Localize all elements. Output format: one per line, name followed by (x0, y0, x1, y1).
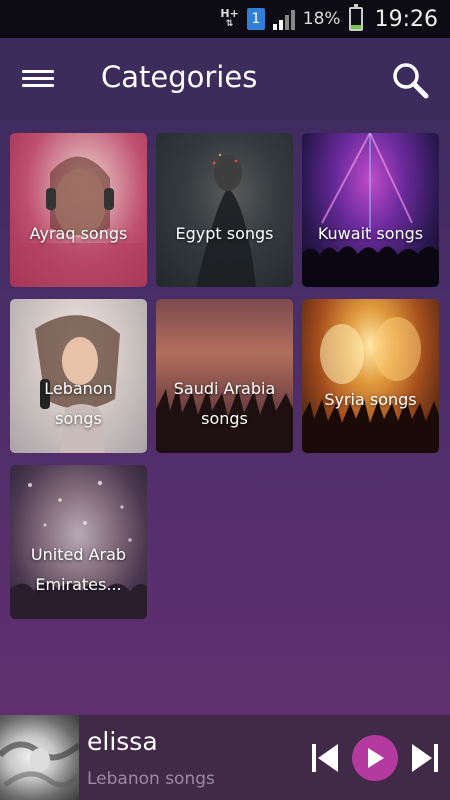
play-button[interactable] (352, 735, 398, 781)
skip-previous-icon[interactable] (310, 741, 340, 775)
category-label: Ayraq songs (29, 224, 128, 243)
network-type-indicator: H+ ⇅ (220, 7, 239, 29)
status-bar: H+ ⇅ 1 18% 19:26 (0, 0, 450, 38)
album-art[interactable] (0, 715, 79, 800)
app-bar: Categories (0, 38, 450, 120)
category-card-saudi-arabia[interactable]: Saudi Arabia songs (156, 299, 293, 453)
category-card-ayraq[interactable]: Ayraq songs (10, 133, 147, 287)
now-playing-title[interactable]: elissa (87, 727, 158, 756)
battery-percent: 18% (302, 9, 341, 29)
play-icon (368, 748, 384, 768)
category-label: Egypt songs (175, 224, 274, 243)
clock: 19:26 (374, 6, 438, 32)
category-label: United Arab Emirates... (30, 545, 127, 595)
category-card-uae[interactable]: United Arab Emirates... (10, 465, 147, 619)
search-icon[interactable] (390, 60, 430, 100)
category-label: Syria songs (324, 390, 417, 409)
category-label: Lebanon songs (44, 379, 113, 429)
category-card-kuwait[interactable]: Kuwait songs (302, 133, 439, 287)
signal-strength-icon (272, 8, 295, 30)
data-arrows-icon: ⇅ (225, 19, 234, 29)
now-playing-category: Lebanon songs (87, 769, 215, 789)
page-title: Categories (101, 60, 258, 94)
battery-icon (348, 4, 363, 31)
category-label: Kuwait songs (317, 224, 424, 243)
sim-slot-icon: 1 (246, 8, 265, 30)
mini-player[interactable]: elissa Lebanon songs (0, 715, 450, 800)
album-art-image (0, 741, 79, 788)
category-card-lebanon[interactable]: Lebanon songs (10, 299, 147, 453)
category-label: Saudi Arabia songs (173, 379, 276, 429)
hamburger-menu-icon[interactable] (20, 66, 56, 94)
category-card-syria[interactable]: Syria songs (302, 299, 439, 453)
category-grid: Ayraq songs Egypt songs Kuwait songs Leb… (10, 133, 440, 619)
skip-next-icon[interactable] (410, 741, 440, 775)
category-card-egypt[interactable]: Egypt songs (156, 133, 293, 287)
